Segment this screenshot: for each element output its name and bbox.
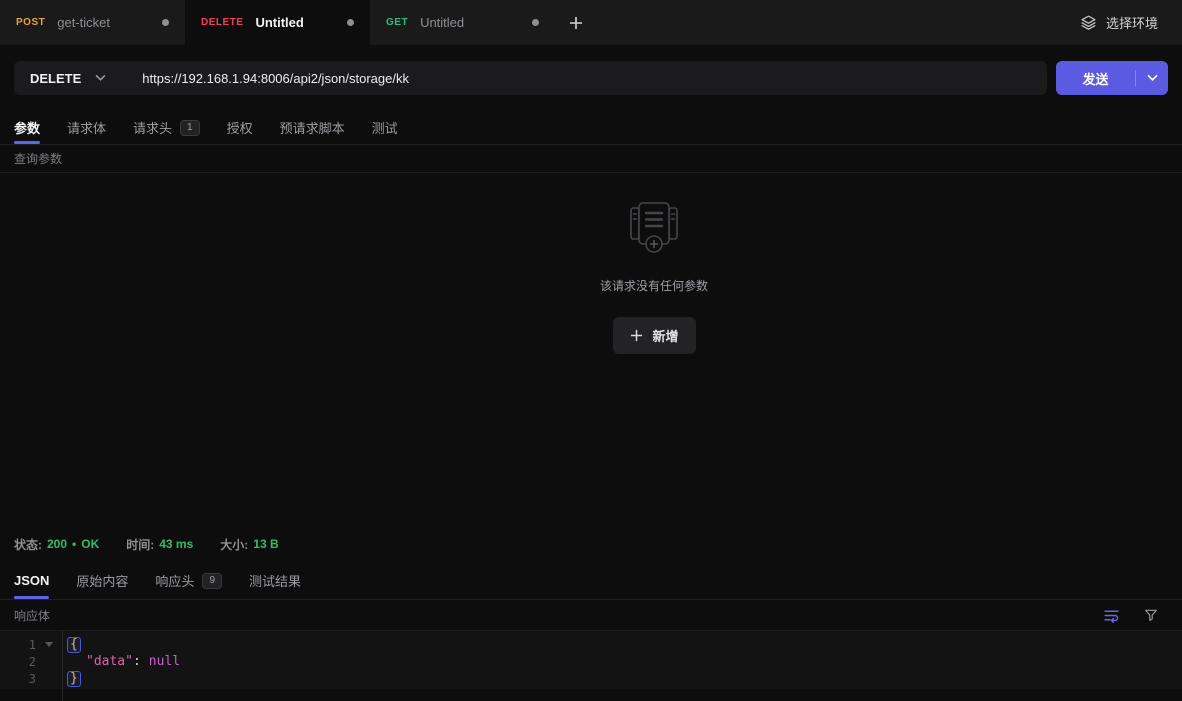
- query-params-label: 查询参数: [14, 152, 63, 166]
- status-label: 状态:: [14, 537, 42, 552]
- plus-icon: [630, 329, 642, 342]
- status-text: OK: [81, 537, 100, 551]
- json-null-token: null: [148, 654, 181, 669]
- tab-label: 预请求脚本: [279, 121, 345, 136]
- url-input[interactable]: [124, 61, 1047, 95]
- time-label: 时间:: [126, 537, 155, 552]
- app-window: POST get-ticket DELETE Untitled GET Unti…: [0, 0, 1182, 701]
- method-selector-value: DELETE: [30, 70, 82, 86]
- response-body-label: 响应体: [14, 608, 51, 623]
- method-badge-get: GET: [386, 17, 409, 28]
- editor-lines: 1 { 2 "data" : null 3 }: [0, 631, 1182, 687]
- empty-state-message: 该请求没有任何参数: [599, 279, 709, 293]
- fold-toggle-icon[interactable]: [45, 642, 53, 647]
- request-tab-2-active[interactable]: DELETE Untitled: [185, 0, 370, 45]
- send-button-label: 发送: [1082, 71, 1109, 87]
- status-separator: •: [72, 537, 77, 551]
- wrap-text-toggle[interactable]: [1100, 604, 1122, 626]
- status-code: 200: [47, 537, 68, 551]
- tab-title: Untitled: [420, 15, 465, 30]
- size-value: 13 B: [253, 537, 279, 551]
- code-line: 2 "data" : null: [0, 653, 1182, 670]
- line-number: 3: [28, 671, 36, 686]
- tab-pre-request-script[interactable]: 预请求脚本: [280, 111, 345, 144]
- time-group: 时间: 43 ms: [126, 536, 193, 553]
- wrap-text-icon: [1103, 610, 1119, 623]
- unsaved-dot: [347, 19, 354, 26]
- add-param-button-label: 新增: [652, 329, 679, 344]
- layers-icon: [1081, 15, 1096, 30]
- close-brace-token: }: [67, 670, 81, 687]
- new-tab-button[interactable]: [555, 0, 597, 45]
- empty-params-illustration-icon: [630, 202, 678, 253]
- send-button[interactable]: 发送: [1056, 61, 1168, 95]
- tab-label: 测试: [371, 121, 398, 136]
- size-group: 大小: 13 B: [220, 536, 278, 553]
- environment-selector[interactable]: 选择环境: [1056, 0, 1182, 45]
- tab-label: 请求头: [133, 121, 173, 136]
- line-number: 1: [28, 637, 36, 652]
- tab-raw-content[interactable]: 原始内容: [76, 562, 128, 599]
- plus-icon: [570, 16, 582, 29]
- time-value: 43 ms: [159, 537, 194, 551]
- filter-button[interactable]: [1140, 604, 1162, 626]
- method-badge-delete: DELETE: [201, 17, 244, 28]
- url-bar: DELETE: [14, 61, 1047, 95]
- tabbar-spacer: [597, 0, 1056, 45]
- tab-body[interactable]: 请求体: [67, 111, 106, 144]
- code-line: 1 {: [0, 636, 1182, 653]
- editor-bottom-fill: [0, 689, 1182, 701]
- tab-json[interactable]: JSON: [14, 562, 50, 599]
- unsaved-dot: [532, 19, 539, 26]
- json-key-token: "data": [86, 654, 133, 669]
- filter-icon: [1145, 609, 1157, 621]
- url-row: DELETE 发送: [0, 45, 1182, 111]
- query-params-header: 查询参数: [0, 145, 1182, 173]
- size-label: 大小:: [220, 537, 249, 552]
- response-tabs: JSON 原始内容 响应头 9 测试结果: [0, 562, 1182, 600]
- tab-tests[interactable]: 测试: [372, 111, 398, 144]
- json-colon-token: :: [132, 654, 141, 669]
- code-line: 3 }: [0, 670, 1182, 687]
- response-headers-count-badge: 9: [202, 572, 222, 589]
- tab-label: 响应头: [155, 574, 195, 589]
- tab-auth[interactable]: 授权: [227, 111, 253, 144]
- method-selector[interactable]: DELETE: [14, 61, 124, 95]
- params-panel: 该请求没有任何参数 新增: [0, 173, 1182, 526]
- tab-label: 原始内容: [76, 574, 129, 589]
- tab-response-headers[interactable]: 响应头 9: [155, 562, 222, 599]
- response-body-header: 响应体: [0, 600, 1182, 631]
- request-tab-3[interactable]: GET Untitled: [370, 0, 555, 45]
- tab-label: 测试结果: [249, 574, 302, 589]
- tab-request-headers[interactable]: 请求头 1: [133, 111, 200, 144]
- unsaved-dot: [162, 19, 169, 26]
- empty-state: 该请求没有任何参数 新增: [600, 199, 708, 354]
- response-body-tools: [1100, 604, 1168, 626]
- chevron-down-icon: [95, 75, 106, 81]
- tab-test-results[interactable]: 测试结果: [249, 562, 301, 599]
- response-json-editor[interactable]: 1 { 2 "data" : null 3 }: [0, 631, 1182, 701]
- send-options-chevron[interactable]: [1136, 74, 1168, 82]
- tab-title: Untitled: [255, 15, 304, 30]
- response-status-bar: 状态: 200 • OK 时间: 43 ms 大小: 13 B: [0, 526, 1182, 562]
- tab-label: 参数: [14, 121, 41, 136]
- status-group: 状态: 200 • OK: [14, 536, 99, 553]
- headers-count-badge: 1: [180, 119, 200, 136]
- tab-label: JSON: [14, 573, 50, 588]
- tab-label: 请求体: [67, 121, 107, 136]
- tab-label: 授权: [226, 121, 253, 136]
- open-brace-token: {: [67, 636, 81, 653]
- add-param-button[interactable]: 新增: [612, 317, 696, 354]
- request-tab-1[interactable]: POST get-ticket: [0, 0, 185, 45]
- method-badge-post: POST: [16, 17, 46, 28]
- line-number: 2: [28, 654, 36, 669]
- request-tabs: 参数 请求体 请求头 1 授权 预请求脚本 测试: [0, 111, 1182, 145]
- chevron-down-icon: [1147, 74, 1157, 82]
- tab-params[interactable]: 参数: [14, 111, 41, 144]
- tab-bar: POST get-ticket DELETE Untitled GET Unti…: [0, 0, 1182, 45]
- tab-title: get-ticket: [57, 15, 110, 30]
- environment-selector-label: 选择环境: [1105, 16, 1158, 31]
